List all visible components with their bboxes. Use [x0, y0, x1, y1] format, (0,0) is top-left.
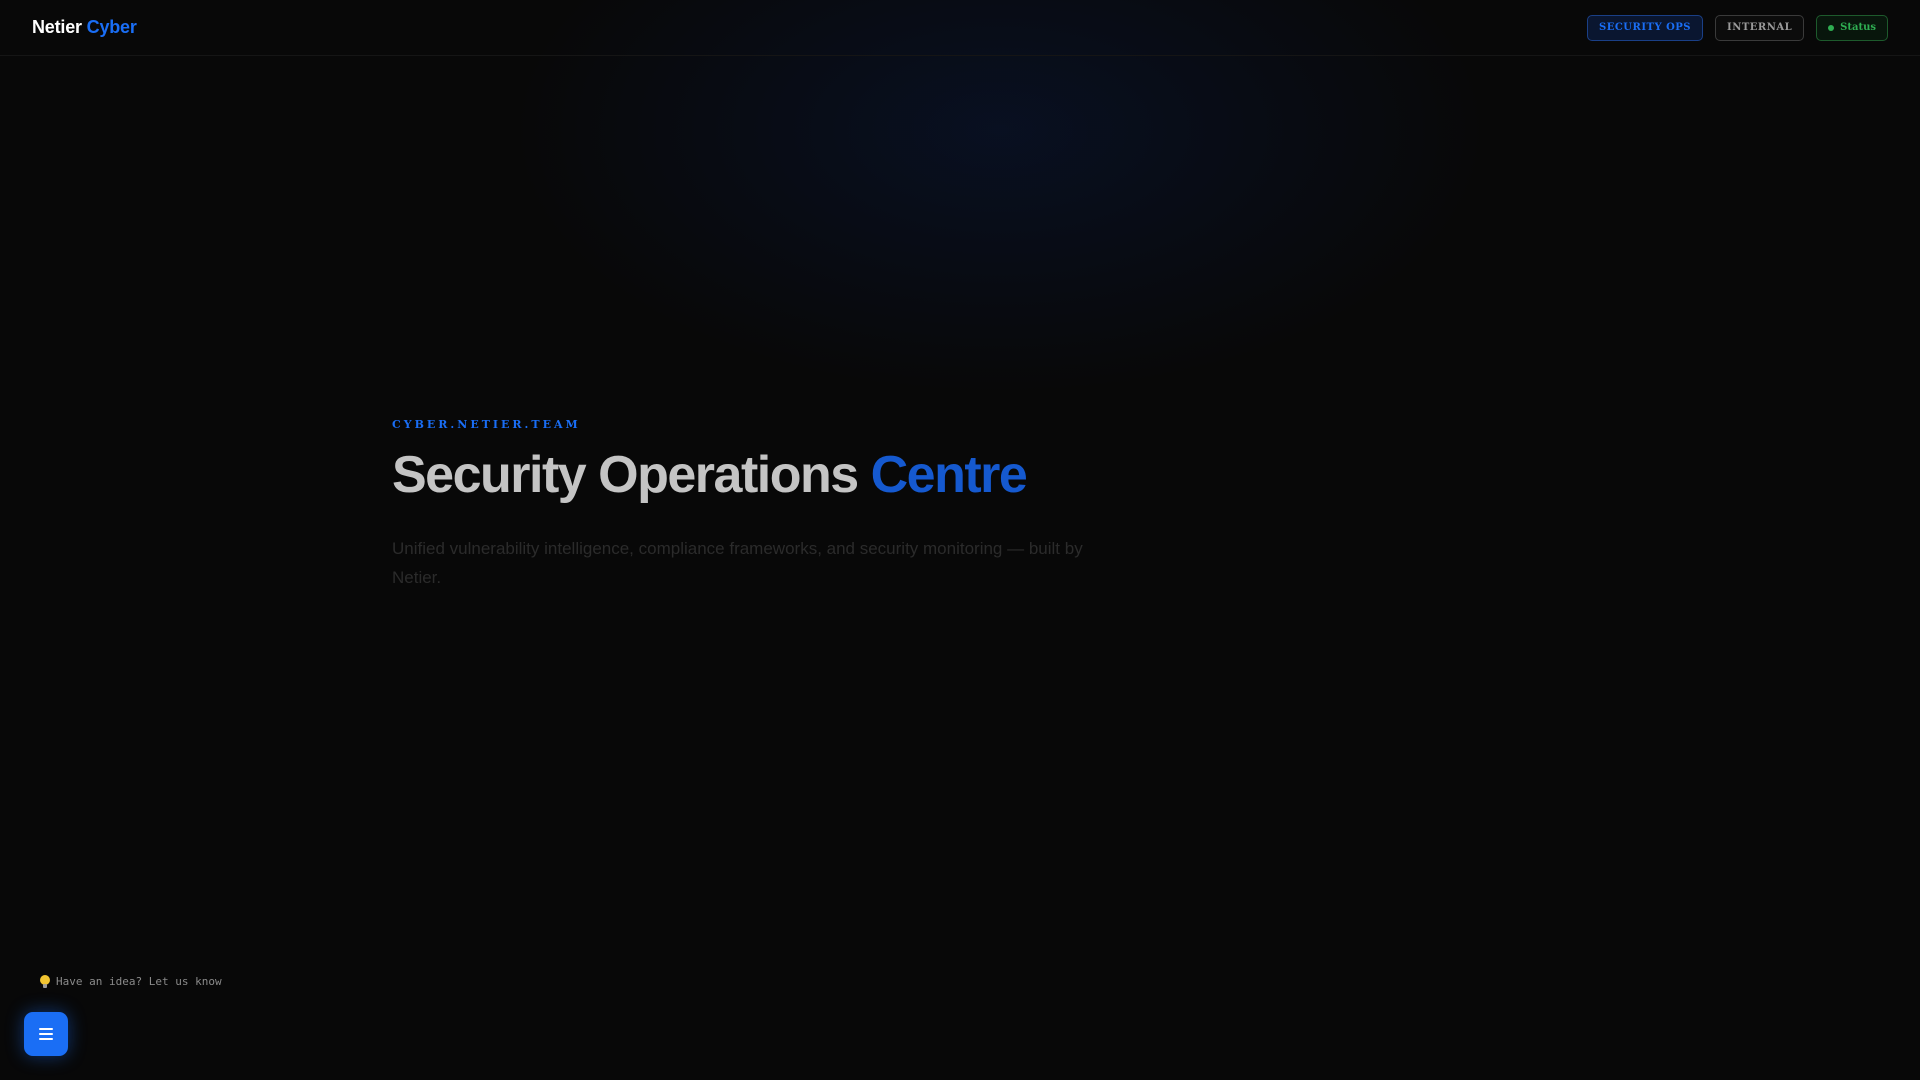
internal-label: INTERNAL [1727, 22, 1793, 33]
hero-subtitle: Unified vulnerability intelligence, comp… [392, 539, 1083, 588]
internal-pill[interactable]: INTERNAL [1715, 14, 1805, 41]
top-bar: Netier Cyber SECURITY OPS INTERNAL Statu… [0, 0, 1920, 56]
lightbulb-icon [40, 975, 50, 988]
menu-icon [39, 1028, 53, 1040]
menu-button[interactable] [24, 1012, 68, 1056]
brand-name: Netier [32, 17, 82, 37]
page: Netier Cyber SECURITY OPS INTERNAL Statu… [0, 0, 1920, 1080]
status-label: Status [1840, 22, 1876, 33]
header-pills: SECURITY OPS INTERNAL Status [1587, 14, 1888, 41]
title-main: Security Operations [392, 446, 859, 504]
feedback-link[interactable]: Have an idea? Let us know [40, 975, 222, 988]
status-dot-icon [1828, 24, 1835, 31]
security-ops-label: SECURITY OPS [1599, 22, 1692, 33]
hero-section: CYBER.NETIER.TEAM Security Operations Ce… [392, 418, 1112, 592]
brand-logo[interactable]: Netier Cyber [32, 17, 137, 38]
status-pill[interactable]: Status [1816, 14, 1888, 41]
page-title: Security Operations Centre [392, 446, 1112, 504]
site-domain-eyebrow: CYBER.NETIER.TEAM [392, 418, 581, 431]
security-ops-pill[interactable]: SECURITY OPS [1587, 14, 1704, 41]
brand-accent: Cyber [86, 17, 137, 37]
feedback-text: Have an idea? Let us know [56, 975, 222, 988]
title-accent: Centre [870, 446, 1028, 504]
